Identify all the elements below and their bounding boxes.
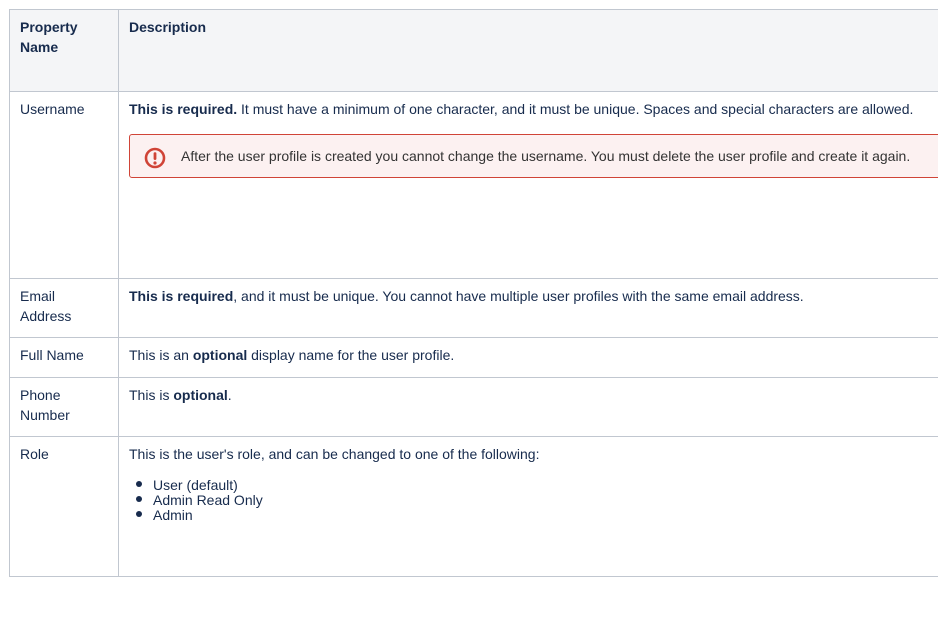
cell-phone-description: This is optional.: [118, 377, 938, 437]
full-name-desc-pre: This is an: [129, 347, 193, 363]
phone-description-text: This is optional.: [129, 385, 938, 405]
table-header-row: Property Name Description: [9, 9, 938, 92]
full-name-description-text: This is an optional display name for the…: [129, 345, 938, 365]
list-item: Admin Read Only: [136, 493, 938, 508]
cell-email-name: Email Address: [9, 278, 119, 338]
header-property-name: Property Name: [9, 9, 119, 92]
cell-username-name: Username: [9, 91, 119, 279]
phone-optional-text: optional: [173, 387, 228, 403]
username-error-text: After the user profile is created you ca…: [181, 148, 911, 164]
role-options-list: User (default) Admin Read Only Admin: [129, 478, 938, 523]
role-description-text: This is the user's role, and can be chan…: [129, 446, 540, 462]
table-row-phone: Phone Number This is optional.: [9, 377, 938, 437]
header-description: Description: [118, 9, 938, 92]
cell-full-name-name: Full Name: [9, 337, 119, 378]
username-required-text: This is required.: [129, 101, 238, 117]
phone-name-line2: Number: [20, 407, 70, 423]
list-item: Admin: [136, 508, 938, 523]
table-row-role: Role This is the user's role, and can be…: [9, 436, 938, 577]
full-name-optional-text: optional: [192, 347, 248, 363]
email-name-line1: Email: [20, 288, 56, 304]
header-property-name-line1: Property: [20, 19, 78, 35]
table-row-email: Email Address This is required, and it m…: [9, 278, 938, 338]
properties-table-container: Property Name Description Username This …: [9, 9, 938, 577]
cell-phone-name: Phone Number: [9, 377, 119, 437]
cell-role-name: Role: [9, 436, 119, 577]
full-name-desc-post: display name for the user profile.: [247, 347, 455, 363]
cell-email-description: This is required, and it must be unique.…: [118, 278, 938, 338]
email-description-rest: , and it must be unique. You cannot have…: [233, 288, 804, 304]
cell-role-description: This is the user's role, and can be chan…: [118, 436, 938, 577]
phone-name-line1: Phone: [20, 387, 61, 403]
table-row-full-name: Full Name This is an optional display na…: [9, 337, 938, 378]
username-description-text: This is required. It must have a minimum…: [129, 99, 938, 119]
properties-table: Property Name Description Username This …: [9, 9, 938, 577]
cell-full-name-description: This is an optional display name for the…: [118, 337, 938, 378]
email-name-line2: Address: [20, 308, 72, 324]
email-description-text: This is required, and it must be unique.…: [129, 286, 938, 306]
phone-desc-pre: This is: [129, 387, 174, 403]
email-required-text: This is required: [129, 288, 234, 304]
header-property-name-line2: Name: [20, 39, 59, 55]
table-row-username: Username This is required. It must have …: [9, 91, 938, 279]
username-error-panel: After the user profile is created you ca…: [129, 134, 938, 178]
list-item: User (default): [136, 478, 938, 493]
error-exclamation-icon: [144, 147, 166, 169]
phone-desc-post: .: [227, 387, 232, 403]
username-description-rest: It must have a minimum of one character,…: [237, 101, 914, 117]
cell-username-description: This is required. It must have a minimum…: [118, 91, 938, 279]
